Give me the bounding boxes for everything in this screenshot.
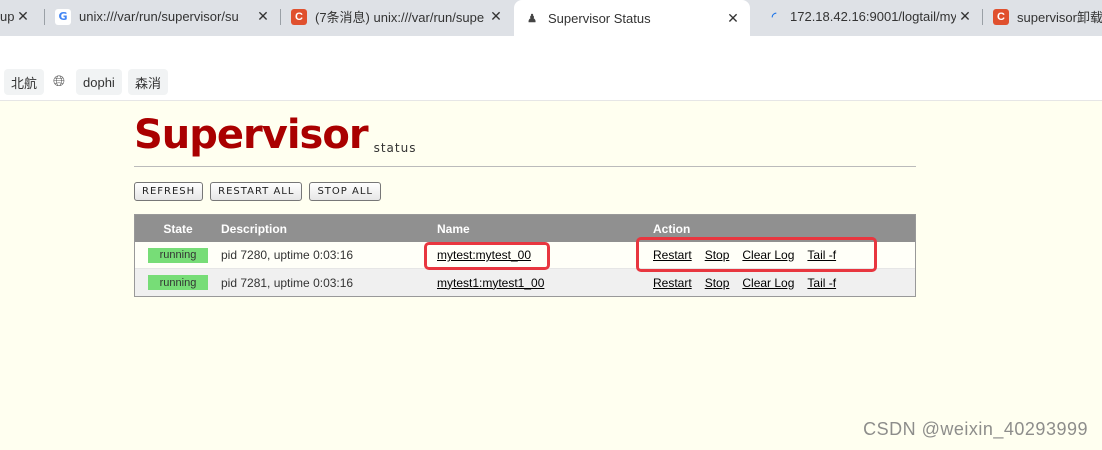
status-badge: running bbox=[148, 247, 208, 263]
process-name-link[interactable]: mytest1:mytest1_00 bbox=[437, 276, 544, 290]
close-icon[interactable]: ✕ bbox=[14, 8, 32, 25]
clear-log-link[interactable]: Clear Log bbox=[742, 276, 794, 290]
restart-all-button[interactable]: RESTART ALL bbox=[210, 182, 303, 201]
close-icon[interactable]: ✕ bbox=[724, 10, 742, 27]
header-state: State bbox=[163, 221, 193, 236]
refresh-button[interactable]: REFRESH bbox=[134, 182, 204, 201]
header-action: Action bbox=[653, 221, 691, 236]
state-cell: running bbox=[135, 247, 221, 263]
logo-title: Supervisor bbox=[134, 112, 369, 158]
bookmark-item[interactable]: dophi bbox=[76, 69, 122, 95]
bookmark-item[interactable]: 森消 bbox=[128, 69, 169, 95]
table-row: running pid 7281, uptime 0:03:16 mytest1… bbox=[135, 269, 915, 296]
tail-link[interactable]: Tail -f bbox=[807, 276, 836, 290]
close-icon[interactable]: ✕ bbox=[956, 8, 974, 25]
divider bbox=[134, 166, 916, 167]
tab-title: unix:///var/run/supervisor/su bbox=[79, 9, 239, 24]
description-cell: pid 7280, uptime 0:03:16 bbox=[221, 248, 354, 262]
browser-tab-strip: up ✕ G unix:///var/run/supervisor/su ✕ C… bbox=[0, 0, 1102, 36]
tab-title: 172.18.42.16:9001/logtail/my bbox=[790, 9, 956, 24]
stop-link[interactable]: Stop bbox=[705, 276, 730, 290]
browser-tab[interactable]: G unix:///var/run/supervisor/su ✕ bbox=[45, 0, 280, 33]
browser-toolbar bbox=[0, 36, 1102, 64]
stop-all-button[interactable]: STOP ALL bbox=[309, 182, 381, 201]
bookmarks-bar: 北航 🌐︎ dophi 森消 bbox=[0, 64, 1102, 101]
global-actions: REFRESH RESTART ALL STOP ALL bbox=[134, 182, 388, 201]
highlight-box-actions bbox=[636, 237, 877, 272]
browser-tab-active[interactable]: ♟ Supervisor Status ✕ bbox=[514, 0, 750, 36]
tab-title: Supervisor Status bbox=[548, 10, 651, 26]
header-name: Name bbox=[437, 221, 470, 236]
status-badge: running bbox=[148, 275, 208, 290]
restart-link[interactable]: Restart bbox=[653, 276, 692, 290]
csdn-icon: C bbox=[291, 8, 307, 25]
globe-icon[interactable]: 🌐︎ bbox=[50, 72, 68, 90]
browser-tab[interactable]: ◜ 172.18.42.16:9001/logtail/my ✕ bbox=[756, 0, 982, 33]
browser-tab[interactable]: C (7条消息) unix:///var/run/supe ✕ bbox=[281, 0, 513, 33]
highlight-box-name bbox=[424, 242, 550, 270]
tab-title: up bbox=[0, 9, 14, 24]
bookmark-item[interactable]: 北航 bbox=[4, 69, 45, 95]
name-cell: mytest1:mytest1_00 bbox=[437, 276, 653, 290]
description-cell: pid 7281, uptime 0:03:16 bbox=[221, 275, 354, 290]
watermark-text: CSDN @weixin_40293999 bbox=[863, 419, 1088, 439]
csdn-icon: C bbox=[993, 8, 1009, 25]
browser-tab[interactable]: C supervisor卸载 bbox=[983, 0, 1102, 33]
person-icon: ♟ bbox=[527, 12, 537, 25]
close-icon[interactable]: ✕ bbox=[487, 8, 505, 25]
loading-icon: ◜ bbox=[771, 11, 777, 23]
tab-title: supervisor卸载 bbox=[1017, 10, 1102, 25]
supervisor-logo: Supervisor status bbox=[134, 111, 416, 157]
action-cell: Restart Stop Clear Log Tail -f bbox=[653, 276, 915, 290]
tab-title: (7条消息) unix:///var/run/supe bbox=[315, 10, 485, 25]
state-cell: running bbox=[135, 275, 221, 290]
close-icon[interactable]: ✕ bbox=[254, 8, 272, 25]
google-icon: G bbox=[55, 8, 71, 25]
logo-subtitle: status bbox=[373, 141, 417, 155]
browser-tab[interactable]: up ✕ bbox=[0, 0, 40, 33]
header-description: Description bbox=[221, 221, 288, 236]
